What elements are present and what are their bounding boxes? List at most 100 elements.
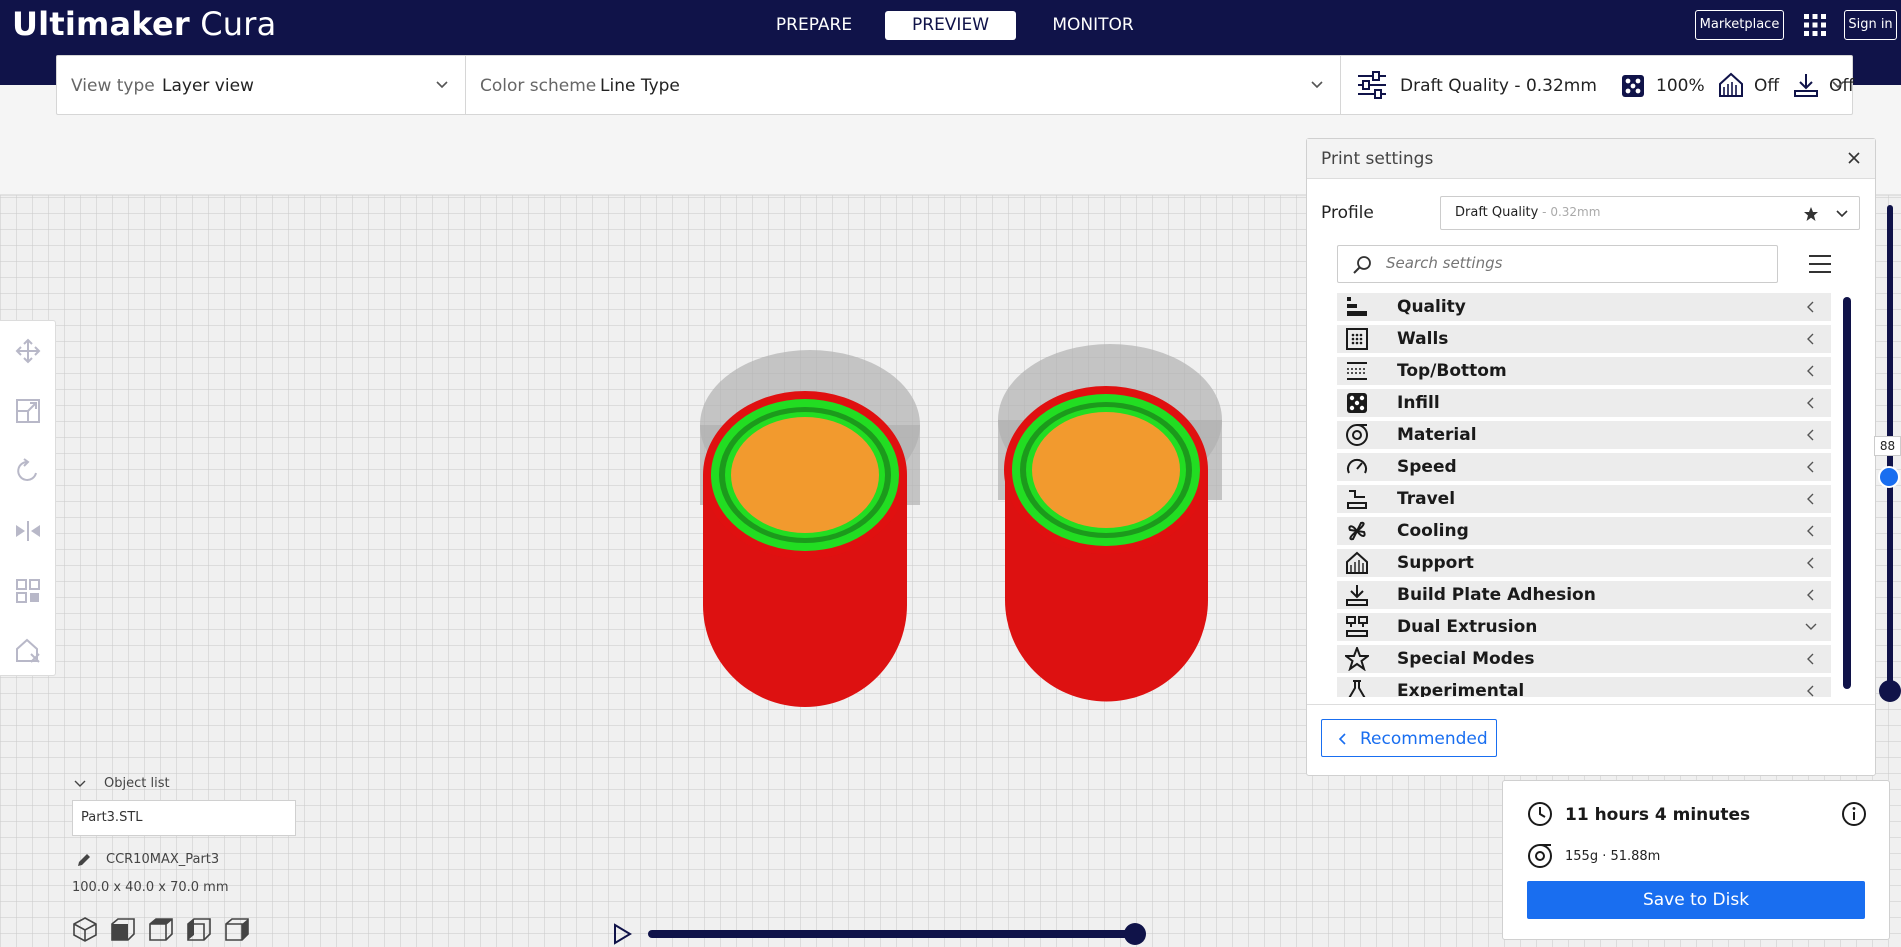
top-bottom-icon	[1347, 362, 1367, 380]
support-icon	[1346, 551, 1368, 574]
tool-panel	[0, 320, 56, 676]
chevron-down-icon[interactable]	[1831, 78, 1845, 92]
view-toolbar: View type Layer view Color scheme Line T…	[56, 55, 1854, 115]
color-scheme-select[interactable]: Color scheme Line Type	[466, 56, 1340, 114]
support-icon	[1719, 72, 1743, 97]
per-model-settings-icon[interactable]	[14, 577, 42, 605]
marketplace-button[interactable]: Marketplace	[1695, 10, 1784, 40]
category-support[interactable]: Support	[1337, 549, 1831, 577]
flask-icon	[1348, 680, 1366, 697]
info-icon[interactable]	[1841, 801, 1867, 827]
rotate-tool-icon[interactable]	[14, 457, 42, 485]
clock-icon	[1528, 802, 1552, 826]
profile-select[interactable]: Draft Quality - 0.32mm	[1440, 196, 1860, 230]
layer-number-input[interactable]: 88	[1874, 436, 1901, 456]
view-type-label: View type	[71, 76, 155, 96]
mirror-tool-icon[interactable]	[14, 517, 42, 545]
category-material[interactable]: Material	[1337, 421, 1831, 449]
divider	[1307, 704, 1875, 705]
support-value: Off	[1754, 76, 1780, 96]
category-infill[interactable]: Infill	[1337, 389, 1831, 417]
print-estimate-panel: 11 hours 4 minutes 155g · 51.88m Save to…	[1502, 780, 1890, 940]
view-left-icon[interactable]	[186, 916, 212, 942]
view-top-icon[interactable]	[148, 916, 174, 942]
chevron-left-icon	[1807, 333, 1814, 345]
color-scheme-value: Line Type	[600, 76, 680, 96]
infill-value: 100%	[1656, 76, 1705, 96]
settings-visibility-menu-icon[interactable]	[1807, 251, 1833, 277]
chevron-left-icon	[1807, 685, 1814, 697]
tab-monitor[interactable]: MONITOR	[1033, 11, 1153, 40]
view-type-select[interactable]: View type Layer view	[57, 56, 465, 114]
chevron-down-icon	[1836, 210, 1848, 218]
category-quality[interactable]: Quality	[1337, 293, 1831, 321]
settings-scrollbar[interactable]	[1843, 297, 1851, 689]
chevron-left-icon	[1807, 493, 1814, 505]
path-slider-track[interactable]	[648, 930, 1138, 938]
scale-tool-icon[interactable]	[14, 397, 42, 425]
search-icon	[1353, 256, 1371, 274]
chevron-down-icon	[1805, 623, 1817, 630]
move-tool-icon[interactable]	[14, 337, 42, 365]
print-setup-selector[interactable]: Draft Quality - 0.32mm 100% Off Off	[1341, 56, 1854, 114]
quality-icon	[1347, 297, 1367, 316]
category-dual-extrusion[interactable]: Dual Extrusion	[1337, 613, 1831, 641]
category-speed[interactable]: Speed	[1337, 453, 1831, 481]
walls-icon	[1346, 328, 1368, 350]
material-usage: 155g · 51.88m	[1565, 849, 1661, 864]
path-slider-handle[interactable]	[1124, 923, 1146, 945]
chevron-down-icon[interactable]	[74, 778, 86, 790]
view-3d-icon[interactable]	[72, 916, 98, 942]
search-settings-input[interactable]	[1386, 254, 1766, 272]
material-icon	[1346, 424, 1368, 446]
adhesion-icon	[1794, 74, 1818, 97]
tab-preview[interactable]: PREVIEW	[885, 11, 1016, 40]
category-special-modes[interactable]: Special Modes	[1337, 645, 1831, 673]
object-list-box: Part3.STL	[72, 800, 296, 836]
object-list-title[interactable]: Object list	[104, 776, 170, 791]
speed-icon	[1347, 458, 1367, 474]
chevron-left-icon	[1807, 429, 1814, 441]
view-right-icon[interactable]	[224, 916, 250, 942]
profile-label: Profile	[1321, 203, 1374, 223]
cooling-fan-icon	[1348, 521, 1366, 541]
chevron-down-icon	[1311, 81, 1323, 89]
category-walls[interactable]: Walls	[1337, 325, 1831, 353]
pencil-icon[interactable]	[76, 852, 92, 868]
print-time: 11 hours 4 minutes	[1565, 805, 1751, 825]
sign-in-button[interactable]: Sign in	[1844, 10, 1897, 40]
chevron-down-icon	[436, 81, 448, 89]
search-settings-box	[1337, 245, 1778, 283]
category-experimental[interactable]: Experimental	[1337, 677, 1831, 697]
category-build-plate-adhesion[interactable]: Build Plate Adhesion	[1337, 581, 1831, 609]
chevron-left-icon	[1807, 301, 1814, 313]
infill-icon	[1622, 75, 1644, 97]
save-to-disk-button[interactable]: Save to Disk	[1527, 881, 1865, 919]
category-cooling[interactable]: Cooling	[1337, 517, 1831, 545]
apps-grid-icon[interactable]	[1802, 12, 1828, 38]
tab-prepare[interactable]: PREPARE	[754, 11, 874, 40]
adhesion-icon	[1346, 585, 1368, 606]
layer-slider-top-handle[interactable]	[1878, 466, 1900, 488]
settings-sliders-icon	[1358, 71, 1386, 99]
chevron-left-icon	[1807, 365, 1814, 377]
object-list-item[interactable]: Part3.STL	[81, 810, 143, 825]
category-top-bottom[interactable]: Top/Bottom	[1337, 357, 1831, 385]
layer-slider-bottom-handle[interactable]	[1879, 680, 1901, 702]
category-travel[interactable]: Travel	[1337, 485, 1831, 513]
chevron-left-icon	[1807, 557, 1814, 569]
recommended-button[interactable]: Recommended	[1321, 719, 1497, 757]
chevron-left-icon	[1807, 461, 1814, 473]
star-icon[interactable]	[1803, 206, 1819, 222]
quality-profile-value: Draft Quality - 0.32mm	[1400, 76, 1597, 96]
model-part-1[interactable]	[700, 350, 920, 707]
object-dimensions: 100.0 x 40.0 x 70.0 mm	[72, 880, 229, 895]
chevron-left-icon	[1338, 733, 1346, 745]
close-icon[interactable]	[1847, 151, 1861, 165]
color-scheme-label: Color scheme	[480, 76, 597, 96]
job-name[interactable]: CCR10MAX_Part3	[106, 852, 219, 867]
play-icon[interactable]	[612, 923, 632, 945]
model-part-2[interactable]	[998, 344, 1222, 702]
support-blocker-icon[interactable]	[14, 637, 42, 665]
view-front-icon[interactable]	[110, 916, 136, 942]
